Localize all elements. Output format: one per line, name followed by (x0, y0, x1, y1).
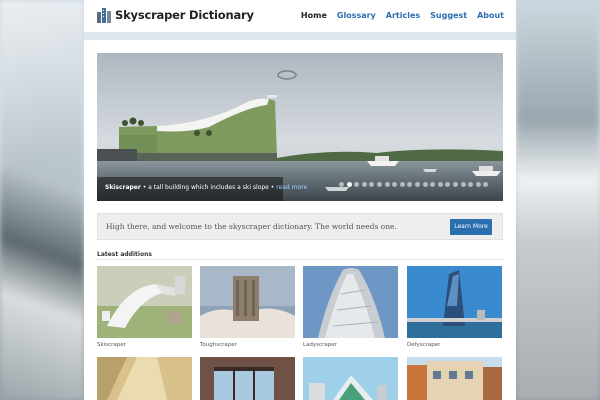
tile-image (303, 357, 398, 400)
slider-dot[interactable] (414, 182, 420, 187)
tile-label-skiscraper[interactable]: Skiscraper (97, 342, 126, 348)
slider-dot[interactable] (460, 182, 466, 187)
slider-dot[interactable] (422, 182, 428, 187)
tile-defyscraper[interactable] (407, 266, 502, 338)
tile-label-toughscraper[interactable]: Toughscraper (200, 342, 237, 348)
slider-dot[interactable] (437, 182, 443, 187)
site-header: Skyscraper Dictionary Home Glossary Arti… (84, 0, 516, 33)
slider-dot[interactable] (376, 182, 382, 187)
slider-dot[interactable] (407, 182, 413, 187)
welcome-text: High there, and welcome to the skyscrape… (106, 222, 397, 231)
tile-toughscraper[interactable] (200, 266, 295, 338)
read-more-link[interactable]: read more (276, 184, 307, 191)
tile-image (200, 266, 295, 338)
hero-term: Skiscraper (105, 184, 141, 191)
nav-glossary[interactable]: Glossary (337, 11, 376, 20)
slider-dot[interactable] (399, 182, 405, 187)
site-title[interactable]: Skyscraper Dictionary (115, 8, 254, 22)
background-left (0, 0, 84, 400)
slider-dots (339, 182, 489, 187)
main-nav: Home Glossary Articles Suggest About (301, 11, 504, 20)
slider-dot[interactable] (361, 182, 367, 187)
slider-dot[interactable] (346, 182, 352, 187)
header-strip (84, 33, 516, 40)
hero-description: • a tall building which includes a ski s… (140, 184, 277, 191)
slider-dot[interactable] (339, 182, 344, 187)
slider-dot[interactable] (369, 182, 375, 187)
welcome-banner: High there, and welcome to the skyscrape… (97, 213, 503, 240)
tile-skiscraper[interactable] (97, 266, 192, 338)
tile-image (97, 266, 192, 338)
learn-more-button[interactable]: Learn More (450, 219, 492, 235)
section-divider (97, 259, 503, 260)
tile-item[interactable] (303, 357, 398, 400)
tile-image (200, 357, 295, 400)
tile-image (303, 266, 398, 338)
tile-label-ladyscraper[interactable]: Ladyscraper (303, 342, 337, 348)
tile-ladyscraper[interactable] (303, 266, 398, 338)
slider-dot[interactable] (483, 182, 489, 187)
tile-image (407, 357, 502, 400)
tile-label-defyscraper[interactable]: Defyscraper (407, 342, 440, 348)
slider-dot[interactable] (384, 182, 390, 187)
nav-articles[interactable]: Articles (386, 11, 420, 20)
latest-additions-title: Latest additions (97, 251, 152, 258)
background-right (516, 0, 600, 400)
slider-dot[interactable] (354, 182, 360, 187)
nav-about[interactable]: About (477, 11, 504, 20)
slider-dot[interactable] (468, 182, 474, 187)
tile-item[interactable] (407, 357, 502, 400)
tile-item[interactable] (97, 357, 192, 400)
slider-dot[interactable] (445, 182, 451, 187)
slider-dot[interactable] (475, 182, 481, 187)
hero-caption-text: Skiscraper • a tall building which inclu… (105, 184, 307, 191)
tile-image (97, 357, 192, 400)
tile-image (407, 266, 502, 338)
nav-home[interactable]: Home (301, 11, 327, 20)
page: Skyscraper Dictionary Home Glossary Arti… (84, 0, 516, 400)
hero-slider[interactable]: Skiscraper • a tall building which inclu… (97, 53, 503, 201)
slider-dot[interactable] (452, 182, 458, 187)
hero-caption: Skiscraper • a tall building which inclu… (97, 177, 307, 201)
slider-dot[interactable] (392, 182, 398, 187)
tile-item[interactable] (200, 357, 295, 400)
building-logo-icon[interactable] (96, 7, 112, 23)
nav-suggest[interactable]: Suggest (430, 11, 467, 20)
slider-dot[interactable] (430, 182, 436, 187)
